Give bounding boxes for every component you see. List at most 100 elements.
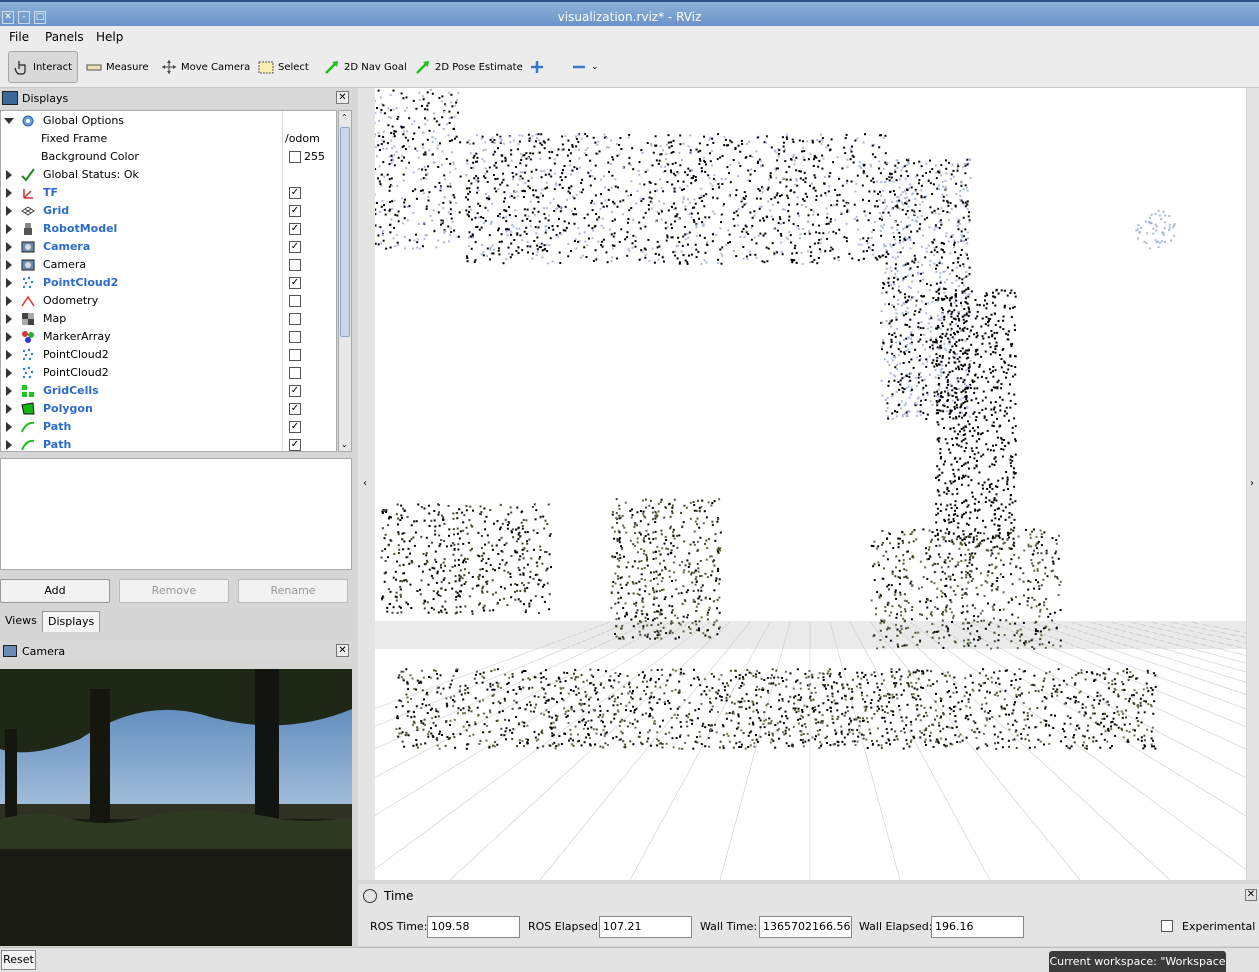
display-enabled-checkbox[interactable] [289,313,301,325]
expand-arrow-icon[interactable] [6,404,12,414]
expand-arrow-icon[interactable] [6,386,12,396]
panel-tabs: Views Displays [0,609,352,633]
expand-arrow-icon[interactable] [4,118,14,124]
clock-icon [363,889,377,903]
expand-arrow-icon[interactable] [6,332,12,342]
menu-panels[interactable]: Panels [45,30,84,44]
plus-icon [529,59,545,75]
expand-arrow-icon[interactable] [6,368,12,378]
display-enabled-checkbox[interactable]: ✓ [289,241,301,253]
pointcloud2-icon [21,366,36,380]
display-enabled-checkbox[interactable]: ✓ [289,277,301,289]
tree-row-display[interactable]: GridCells ✓ [1,382,336,400]
tree-row-display[interactable]: Grid ✓ [1,202,336,220]
chevron-down-icon[interactable]: ⌄ [591,62,599,72]
tree-row-display[interactable]: PointCloud2 ✓ [1,274,336,292]
pose-estimate-tool-button[interactable]: 2D Pose Estimate [411,51,527,83]
camera-image [0,669,352,946]
reset-button[interactable]: Reset [1,950,36,970]
expand-arrow-icon[interactable] [6,242,12,252]
expand-arrow-icon[interactable] [6,224,12,234]
rename-button[interactable]: Rename [238,579,348,603]
tab-views[interactable]: Views [0,611,42,632]
tree-row-display[interactable]: MarkerArray [1,328,336,346]
display-enabled-checkbox[interactable] [289,349,301,361]
experimental-checkbox[interactable] [1161,920,1173,932]
display-enabled-checkbox[interactable] [289,259,301,271]
display-enabled-checkbox[interactable]: ✓ [289,187,301,199]
display-enabled-checkbox[interactable]: ✓ [289,205,301,217]
tree-row-display[interactable]: Polygon ✓ [1,400,336,418]
tree-row-display[interactable]: Camera [1,256,336,274]
move-arrows-icon [161,59,177,75]
add-button[interactable]: Add [0,579,110,603]
displays-scrollbar[interactable]: ⌃ ⌄ [338,110,352,452]
collapse-right-icon[interactable]: › [1250,478,1254,489]
right-collapse-strip[interactable]: › [1247,88,1259,880]
tab-displays[interactable]: Displays [42,611,101,632]
expand-arrow-icon[interactable] [6,260,12,270]
scroll-down-icon[interactable]: ⌄ [341,440,348,449]
display-enabled-checkbox[interactable]: ✓ [289,385,301,397]
camera-icon [21,240,36,254]
display-enabled-checkbox[interactable] [289,295,301,307]
display-label: Map [43,312,67,325]
display-enabled-checkbox[interactable] [289,367,301,379]
display-enabled-checkbox[interactable]: ✓ [289,223,301,235]
title-bar: ✕ - □ visualization.rviz* - RViz [0,0,1259,26]
3d-view[interactable] [375,88,1246,880]
tree-row-display[interactable]: Path ✓ [1,418,336,436]
expand-arrow-icon[interactable] [6,170,12,180]
tree-row-display[interactable]: RobotModel ✓ [1,220,336,238]
tree-row-global-options[interactable]: Global Options [1,112,336,130]
menu-file[interactable]: File [9,30,29,44]
tree-row-display[interactable]: TF ✓ [1,184,336,202]
move-camera-tool-button[interactable]: Move Camera [157,51,254,83]
expand-arrow-icon[interactable] [6,350,12,360]
tree-row-display[interactable]: Map [1,310,336,328]
expand-arrow-icon[interactable] [6,440,12,450]
tree-row-display[interactable]: Path ✓ [1,436,336,451]
fixed-frame-value[interactable]: /odom [285,132,325,145]
add-tool-button[interactable] [525,51,549,83]
display-enabled-checkbox[interactable]: ✓ [289,421,301,433]
select-tool-button[interactable]: Select [254,51,313,83]
measure-tool-button[interactable]: Measure [82,51,153,83]
nav-goal-tool-button[interactable]: 2D Nav Goal [320,51,411,83]
ros-elapsed-field[interactable]: 107.21 [599,916,692,938]
close-icon[interactable]: ✕ [336,91,349,104]
wall-time-field[interactable]: 1365702166.56 [759,916,852,938]
close-icon[interactable]: ✕ [1245,889,1257,901]
display-enabled-checkbox[interactable]: ✓ [289,403,301,415]
display-enabled-checkbox[interactable]: ✓ [289,439,301,451]
interact-tool-button[interactable]: Interact [8,51,78,83]
pointcloud2-icon [21,276,36,290]
expand-arrow-icon[interactable] [6,314,12,324]
wall-elapsed-field[interactable]: 196.16 [931,916,1024,938]
color-swatch[interactable] [289,151,301,163]
expand-arrow-icon[interactable] [6,188,12,198]
point-cloud [375,89,1176,750]
display-label: Path [43,438,72,451]
tree-row-display[interactable]: PointCloud2 [1,346,336,364]
tree-row-display[interactable]: PointCloud2 [1,364,336,382]
menu-help[interactable]: Help [96,30,123,44]
scroll-up-icon[interactable]: ⌃ [341,113,348,122]
scrollbar-thumb[interactable] [340,127,350,337]
tree-row-background-color[interactable]: Background Color 255; [1,148,336,166]
collapse-left-icon[interactable]: ‹ [363,478,367,489]
expand-arrow-icon[interactable] [6,206,12,216]
close-icon[interactable]: ✕ [336,644,349,657]
expand-arrow-icon[interactable] [6,278,12,288]
tree-row-fixed-frame[interactable]: Fixed Frame /odom [1,130,336,148]
expand-arrow-icon[interactable] [6,422,12,432]
display-enabled-checkbox[interactable] [289,331,301,343]
tree-row-display[interactable]: Odometry [1,292,336,310]
ros-time-field[interactable]: 109.58 [427,916,520,938]
remove-tool-button[interactable]: ⌄ [567,51,603,83]
tree-row-global-status[interactable]: Global Status: Ok [1,166,336,184]
expand-arrow-icon[interactable] [6,296,12,306]
tree-row-display[interactable]: Camera ✓ [1,238,336,256]
remove-button[interactable]: Remove [119,579,229,603]
left-collapse-strip[interactable]: ‹ [358,88,375,880]
